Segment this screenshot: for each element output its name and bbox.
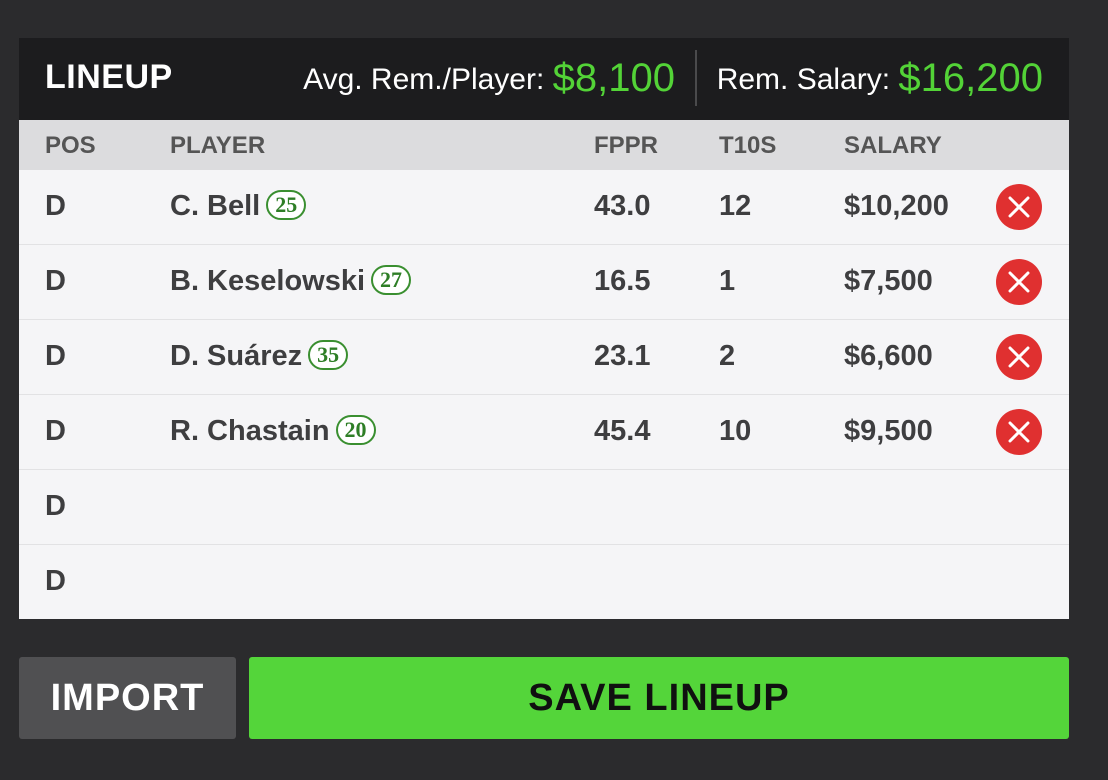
avg-remaining-value: $8,100 — [552, 56, 675, 100]
close-icon — [1008, 421, 1030, 443]
row-player: R. Chastain 20 — [170, 415, 376, 448]
row-t10s: 10 — [719, 415, 752, 447]
remove-player-button[interactable] — [996, 334, 1042, 380]
row-player: D. Suárez 35 — [170, 340, 349, 373]
row-pos: D — [45, 490, 66, 522]
player-name[interactable]: C. Bell — [170, 190, 260, 222]
column-pos: POS — [45, 132, 96, 159]
table-row: D C. Bell 25 43.0 12 $10,200 — [19, 170, 1069, 245]
column-player: PLAYER — [170, 132, 266, 159]
remove-player-button[interactable] — [996, 259, 1042, 305]
row-pos: D — [45, 265, 66, 297]
car-number-badge: 35 — [308, 340, 349, 370]
car-number-badge: 25 — [266, 190, 307, 220]
row-player: C. Bell 25 — [170, 190, 307, 223]
remaining-salary: Rem. Salary: $16,200 — [717, 56, 1043, 101]
header-divider — [695, 50, 697, 106]
remaining-salary-label: Rem. Salary: — [716, 63, 899, 96]
car-number-badge: 20 — [335, 415, 376, 445]
row-fppr: 23.1 — [594, 340, 651, 372]
column-salary: SALARY — [844, 132, 942, 159]
row-player: B. Keselowski 27 — [170, 265, 412, 298]
table-row: D B. Keselowski 27 16.5 1 $7,500 — [19, 245, 1069, 320]
close-icon — [1008, 346, 1030, 368]
row-t10s: 2 — [719, 340, 736, 372]
close-icon — [1008, 196, 1030, 218]
column-t10s: T10S — [719, 132, 777, 159]
empty-slot-row[interactable]: D — [19, 545, 1069, 619]
lineup-title: LINEUP — [45, 58, 173, 96]
lineup-table: D C. Bell 25 43.0 12 $10,200 D B. Keselow… — [19, 170, 1069, 619]
row-fppr: 45.4 — [594, 415, 651, 447]
row-t10s: 12 — [719, 190, 752, 222]
save-lineup-button[interactable]: SAVE LINEUP — [249, 657, 1069, 739]
row-pos: D — [45, 565, 66, 597]
close-icon — [1008, 271, 1030, 293]
player-name[interactable]: B. Keselowski — [170, 265, 365, 297]
import-button[interactable]: IMPORT — [19, 657, 236, 739]
row-fppr: 16.5 — [594, 265, 651, 297]
row-pos: D — [45, 190, 66, 222]
car-number-badge: 27 — [371, 265, 412, 295]
player-name[interactable]: R. Chastain — [170, 415, 330, 447]
lineup-header: LINEUP Avg. Rem./Player: $8,100 Rem. Sal… — [19, 38, 1069, 120]
table-row: D R. Chastain 20 45.4 10 $9,500 — [19, 395, 1069, 470]
avg-remaining-label: Avg. Rem./Player: — [303, 63, 553, 96]
table-row: D D. Suárez 35 23.1 2 $6,600 — [19, 320, 1069, 395]
remove-player-button[interactable] — [996, 409, 1042, 455]
row-salary: $6,600 — [844, 340, 933, 372]
remove-player-button[interactable] — [996, 184, 1042, 230]
row-t10s: 1 — [719, 265, 736, 297]
row-salary: $10,200 — [844, 190, 949, 222]
column-headers: POS PLAYER FPPR T10S SALARY — [19, 120, 1069, 170]
row-pos: D — [45, 415, 66, 447]
row-salary: $7,500 — [844, 265, 933, 297]
row-pos: D — [45, 340, 66, 372]
row-salary: $9,500 — [844, 415, 933, 447]
avg-remaining-per-player: Avg. Rem./Player: $8,100 — [303, 56, 675, 101]
empty-slot-row[interactable]: D — [19, 470, 1069, 545]
column-fppr: FPPR — [594, 132, 659, 159]
lineup-panel: LINEUP Avg. Rem./Player: $8,100 Rem. Sal… — [19, 38, 1069, 619]
remaining-salary-value: $16,200 — [898, 56, 1043, 100]
player-name[interactable]: D. Suárez — [170, 340, 302, 372]
row-fppr: 43.0 — [594, 190, 651, 222]
